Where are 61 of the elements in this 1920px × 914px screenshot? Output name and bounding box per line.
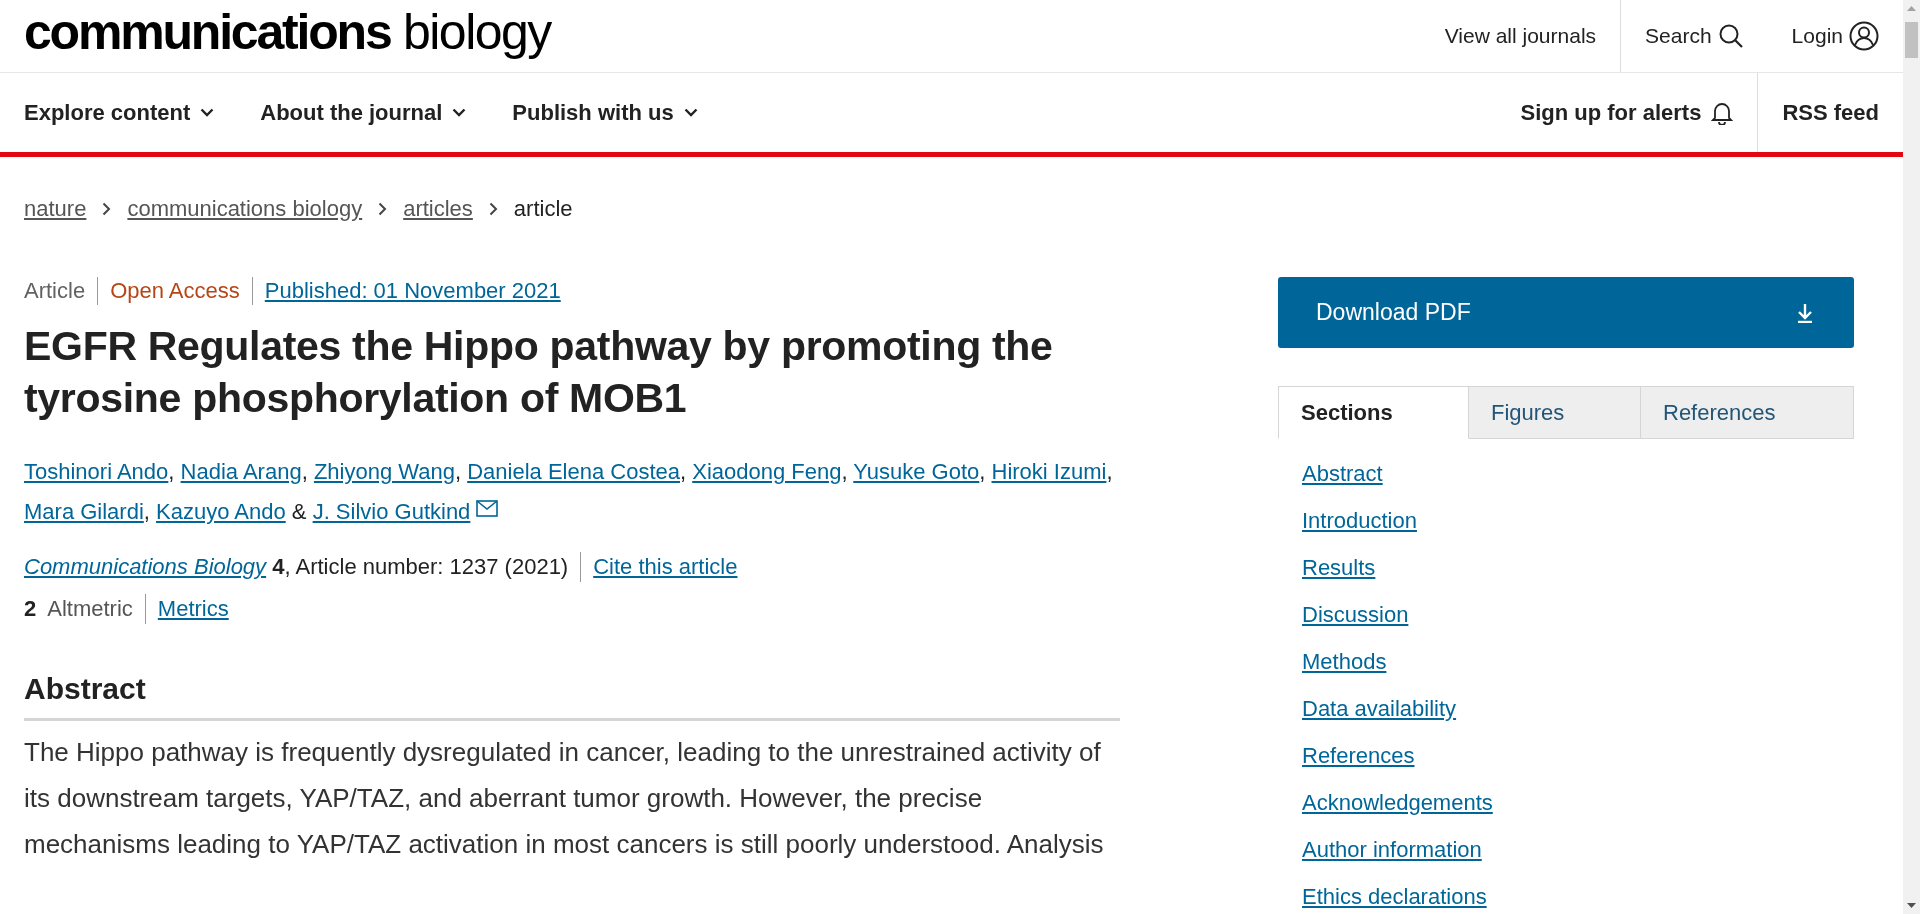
mail-icon[interactable]: [476, 500, 499, 517]
download-icon: [1796, 302, 1814, 323]
journals-link[interactable]: View all journals: [1420, 0, 1622, 72]
search-icon: [1717, 23, 1744, 49]
login-link[interactable]: Login: [1767, 0, 1903, 72]
chevron-right-icon: [488, 202, 498, 216]
breadcrumb-link[interactable]: articles: [403, 196, 473, 222]
author-link[interactable]: Xiaodong Feng: [692, 459, 842, 484]
section-link[interactable]: Abstract: [1302, 460, 1383, 487]
breadcrumb-current: article: [513, 196, 573, 222]
access-label: Open Access: [97, 277, 252, 305]
article-type: Article: [24, 277, 87, 305]
section-link[interactable]: Acknowledgements: [1302, 789, 1493, 816]
author-link[interactable]: Mara Gilardi: [24, 499, 144, 524]
nav-menu-button[interactable]: Explore content: [24, 99, 215, 126]
bell-icon: [1711, 100, 1734, 125]
chevron-right-icon: [102, 202, 112, 216]
chevron-right-icon: [378, 202, 388, 216]
journal-link[interactable]: Communications Biology: [24, 554, 267, 579]
chevron-down-icon: [452, 108, 467, 117]
section-link[interactable]: Methods: [1302, 648, 1387, 675]
chevron-down-icon: [200, 108, 215, 117]
section-link[interactable]: Discussion: [1302, 601, 1409, 628]
section-link[interactable]: References: [1302, 742, 1415, 769]
user-icon: [1849, 21, 1879, 51]
author-link[interactable]: Hiroki Izumi: [991, 459, 1107, 484]
cite-link[interactable]: Cite this article: [580, 552, 750, 582]
article-title: EGFR Regulates the Hippo pathway by promoting the tyrosine phosphorylation of MOB1: [24, 322, 1054, 423]
author-link[interactable]: J. Silvio Gutkind: [312, 499, 499, 524]
author-link[interactable]: Kazuyo Ando: [156, 499, 286, 524]
nav-menu-button[interactable]: Publish with us: [512, 99, 698, 126]
sidebar-tab[interactable]: Sections: [1278, 386, 1469, 439]
author-list: Toshinori Ando, Nadia Arang, Zhiyong Wang, Daniela Elena Costea, Xiaodong Feng, Yusuke Goto, Hiroki Izumi, Mara Gilardi, Kazuyo Ando & J. Silvio Gutkind: [24, 452, 1120, 532]
breadcrumb-link[interactable]: communications biology: [127, 196, 363, 222]
sidebar-tab[interactable]: Figures: [1469, 386, 1641, 439]
sidebar-tab[interactable]: References: [1641, 386, 1854, 439]
journal-logo[interactable]: communications biology: [24, 3, 551, 61]
rss-link[interactable]: RSS feed: [1758, 73, 1879, 152]
author-link[interactable]: Zhiyong Wang: [313, 459, 455, 484]
section-link[interactable]: Introduction: [1302, 507, 1417, 534]
scrollbar[interactable]: [1903, 0, 1920, 914]
section-link[interactable]: Data availability: [1302, 695, 1457, 722]
author-link[interactable]: Daniela Elena Costea: [467, 459, 680, 484]
breadcrumb-link[interactable]: nature: [24, 196, 87, 222]
publish-date-link[interactable]: Published: 01 November 2021: [251, 277, 573, 305]
author-link[interactable]: Toshinori Ando: [24, 459, 169, 484]
citation-text: Communications Biology 4, Article number: 1237 (2021): [24, 553, 570, 581]
section-link[interactable]: Author information: [1302, 836, 1482, 863]
abstract-text: The Hippo pathway is frequently dysregulated in cancer, leading to the unrestrained activity of its downstream targets, YAP/TAZ, and aberrant tumor growth. However, the precise mechanisms leading to YAP/TAZ activation in most cancers is still poorly understood. Analysis: [24, 736, 1105, 861]
metrics-link[interactable]: Metrics: [144, 594, 241, 624]
author-link[interactable]: Yusuke Goto: [853, 459, 980, 484]
nav-menu-button[interactable]: About the journal: [260, 99, 467, 126]
section-link[interactable]: Results: [1302, 554, 1376, 581]
alerts-link[interactable]: Sign up for alerts: [1496, 73, 1759, 152]
chevron-down-icon: [683, 108, 698, 117]
altmetric-count: 2 Altmetric: [24, 595, 134, 623]
download-pdf-button[interactable]: Download PDF: [1278, 277, 1854, 348]
section-heading: Abstract: [24, 672, 1120, 721]
search-link[interactable]: Search: [1621, 0, 1768, 72]
section-link[interactable]: Ethics declarations: [1302, 883, 1487, 910]
author-link[interactable]: Nadia Arang: [180, 459, 302, 484]
